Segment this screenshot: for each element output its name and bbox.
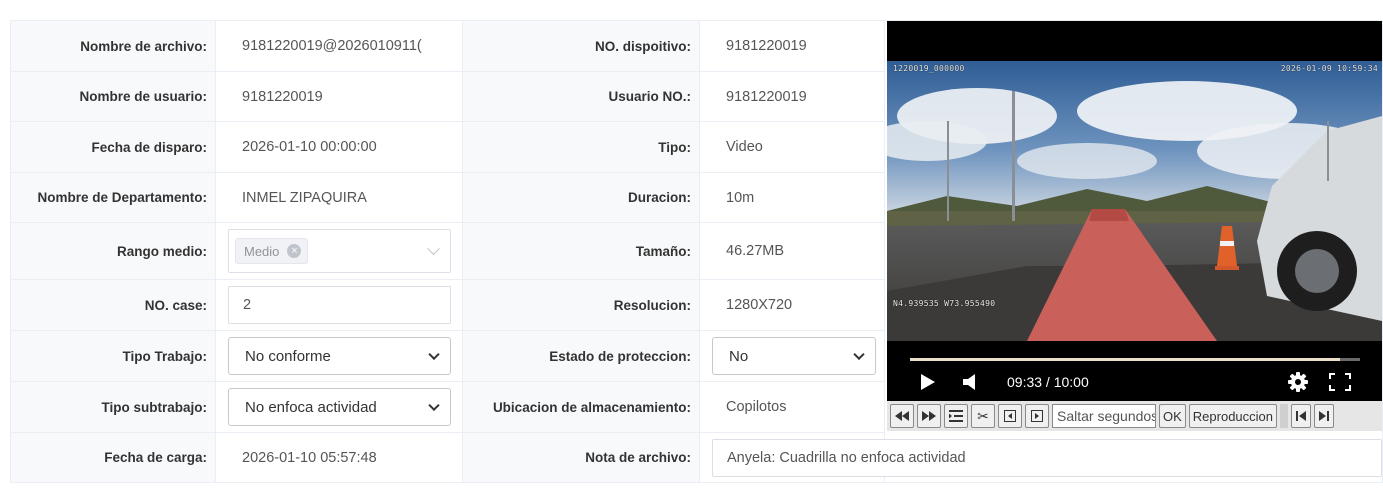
time-display: 09:33 / 10:00 [1007,374,1089,390]
file-name-label: Nombre de archivo: [10,20,216,72]
frame-back-icon[interactable] [998,404,1022,428]
device-no-value: 9181220019 [699,20,885,72]
upload-date-label: Fecha de carga: [10,432,216,483]
protection-selected: No [729,347,749,365]
resolution-value: 1280X720 [699,279,885,331]
volume-icon[interactable] [963,374,977,390]
user-name-label: Nombre de usuario: [10,71,216,122]
work-type-selected: No conforme [245,347,331,365]
sub-work-type-cell: No enfoca actividad [215,381,463,433]
size-value: 46.27MB [699,222,885,280]
file-note-cell: Anyela: Cuadrilla no enfoca actividad [699,432,1382,483]
chevron-down-icon [428,348,440,361]
fullscreen-icon[interactable] [1329,373,1351,391]
protection-label: Estado de proteccion: [462,330,700,382]
department-value: INMEL ZIPAQUIRA [215,172,463,223]
file-note-label: Nota de archivo: [462,432,700,483]
range-label: Rango medio: [10,222,216,280]
storage-value: Copilotos [699,381,885,433]
chevron-down-icon [427,242,440,256]
player-controls: 09:33 / 10:00 [887,341,1382,401]
protection-cell: No [699,330,885,382]
sub-work-type-selected: No enfoca actividad [245,398,377,416]
protection-select[interactable]: No [712,337,876,375]
playback-button[interactable]: Reproduccion [1188,404,1278,428]
device-no-label: NO. dispoitivo: [462,20,700,72]
range-select[interactable]: Medio × [228,229,451,273]
work-type-label: Tipo Trabajo: [10,330,216,382]
resolution-label: Resolucion: [462,279,700,331]
sub-work-type-label: Tipo subtrabajo: [10,381,216,433]
osd-coordinates: N4.939535 W73.955490 [893,299,996,308]
player-toolbar: ✂ Saltar segundos OK Reproduccion [887,401,1382,431]
user-no-value: 9181220019 [699,71,885,122]
list-icon[interactable] [944,404,968,428]
duration-label: Duracion: [462,172,700,223]
department-label: Nombre de Departamento: [10,172,216,223]
scissors-icon[interactable]: ✂ [971,404,995,428]
video-frame[interactable]: 1220019_000000 2026-01-09 10:59:34 N4.93… [887,61,1382,341]
size-label: Tamaño: [462,222,700,280]
range-tag: Medio × [235,238,309,264]
trigger-date-value: 2026-01-10 00:00:00 [215,121,463,173]
storage-label: Ubicacion de almacenamiento: [462,381,700,433]
osd-device-id: 1220019_000000 [893,64,965,73]
progress-fill [910,358,1340,361]
seek-seconds-input[interactable]: Saltar segundos [1052,404,1156,428]
osd-datetime: 2026-01-09 10:59:34 [1280,64,1378,73]
type-label: Tipo: [462,121,700,173]
tag-close-icon[interactable]: × [287,244,302,258]
fast-forward-icon[interactable] [917,404,941,428]
skip-end-icon[interactable] [1314,404,1335,428]
sub-work-type-select[interactable]: No enfoca actividad [228,388,451,426]
file-note-input[interactable]: Anyela: Cuadrilla no enfoca actividad [712,438,1382,477]
user-name-value: 9181220019 [215,71,463,122]
skip-start-icon[interactable] [1291,404,1312,428]
toolbar-separator [1280,404,1289,428]
duration-value: 10m [699,172,885,223]
user-no-label: Usuario NO.: [462,71,700,122]
range-tag-label: Medio [244,243,280,259]
file-name-value: 9181220019@2026010911( [215,20,463,72]
work-type-cell: No conforme [215,330,463,382]
play-icon[interactable] [921,374,935,390]
trigger-date-label: Fecha de disparo: [10,121,216,173]
case-no-cell: 2 [215,279,463,331]
work-type-select[interactable]: No conforme [228,337,451,375]
progress-bar[interactable] [910,358,1360,361]
upload-date-value: 2026-01-10 05:57:48 [215,432,463,483]
case-no-label: NO. case: [10,279,216,331]
rewind-icon[interactable] [890,404,914,428]
ok-button[interactable]: OK [1159,404,1186,428]
range-cell: Medio × [215,222,463,280]
frame-forward-icon[interactable] [1025,404,1049,428]
video-player[interactable]: 1220019_000000 2026-01-09 10:59:34 N4.93… [887,21,1382,431]
chevron-down-icon [428,399,440,412]
type-value: Video [699,121,885,173]
chevron-down-icon [853,348,865,361]
settings-icon[interactable] [1288,372,1308,392]
case-no-input[interactable]: 2 [228,286,451,324]
